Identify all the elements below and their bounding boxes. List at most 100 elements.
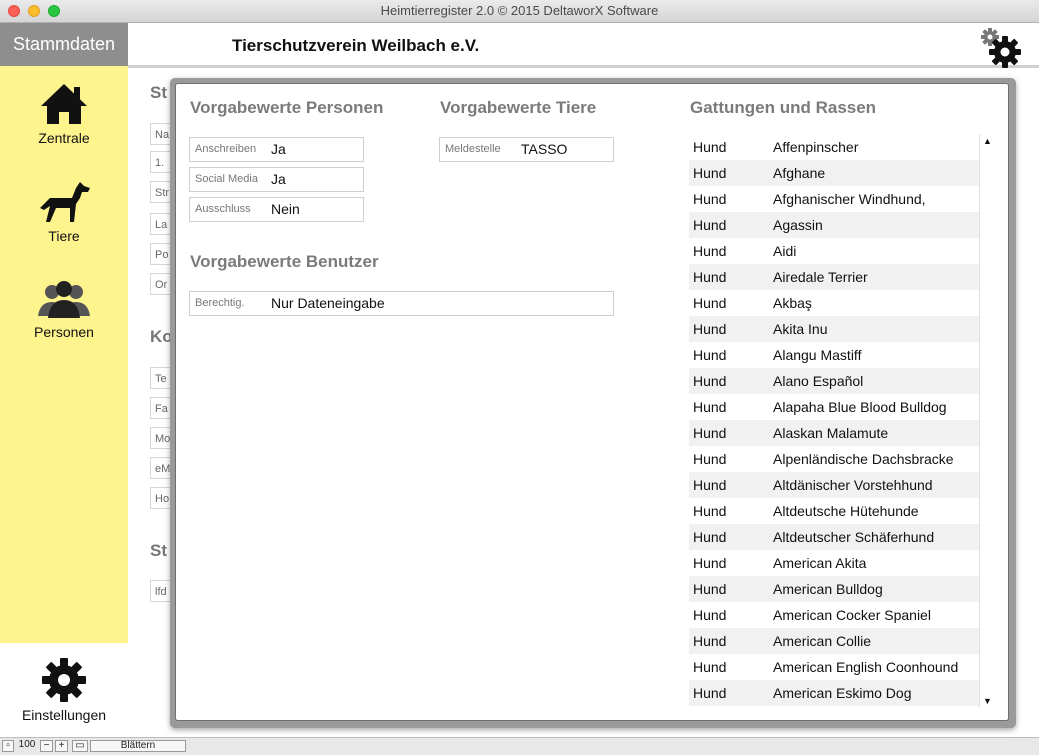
list-item[interactable]: Hund American Akita xyxy=(689,550,979,576)
list-item[interactable]: Hund Afghane xyxy=(689,160,979,186)
toolbar-toggle-icon[interactable]: ▭ xyxy=(72,740,88,752)
background-field[interactable]: eM xyxy=(150,457,172,479)
list-item[interactable]: Hund American English Coonhound xyxy=(689,654,979,680)
sidebar-item-label: Personen xyxy=(34,324,94,340)
list-item[interactable]: Hund Altdeutscher Schäferhund xyxy=(689,524,979,550)
gattung-cell: Hund xyxy=(693,529,727,545)
gattung-cell: Hund xyxy=(693,607,727,623)
zoom-level: 100 xyxy=(18,739,36,750)
close-window-button[interactable] xyxy=(8,5,20,17)
zoom-in-button[interactable]: + xyxy=(55,740,68,752)
settings-panel-body: Vorgabewerte Personen Anschreiben Ja Soc… xyxy=(175,83,1009,721)
gattung-cell: Hund xyxy=(693,425,727,441)
background-field[interactable]: Or xyxy=(150,273,172,295)
list-item[interactable]: Hund Airedale Terrier xyxy=(689,264,979,290)
sidebar-header: Stammdaten xyxy=(0,23,128,66)
sidebar: Zentrale Tiere Personen xyxy=(0,66,128,643)
gear-icon xyxy=(42,658,86,702)
gattung-cell: Hund xyxy=(693,269,727,285)
list-item[interactable]: Hund Alano Español xyxy=(689,368,979,394)
list-item[interactable]: Hund Alaskan Malamute xyxy=(689,420,979,446)
sidebar-item-label: Zentrale xyxy=(38,130,90,146)
lock-icon[interactable]: ▫ xyxy=(2,740,14,752)
gattung-cell: Hund xyxy=(693,399,727,415)
background-field[interactable]: Mo xyxy=(150,427,172,449)
background-field[interactable]: lfd xyxy=(150,580,172,602)
header-divider xyxy=(128,65,1039,68)
section-title-benutzer: Vorgabewerte Benutzer xyxy=(190,252,379,271)
scroll-up-arrow-icon[interactable]: ▲ xyxy=(983,136,992,146)
rasse-cell: American Collie xyxy=(773,633,872,649)
rasse-cell: Afghane xyxy=(773,165,826,181)
list-item[interactable]: Hund American Cocker Spaniel xyxy=(689,602,979,628)
meldestelle-field[interactable]: Meldestelle TASSO xyxy=(439,137,614,162)
background-section-heading: St xyxy=(150,541,167,560)
rasse-cell: American Cocker Spaniel xyxy=(773,607,931,623)
zoom-out-button[interactable]: − xyxy=(40,740,53,752)
rasse-cell: Alaskan Malamute xyxy=(773,425,889,441)
gattung-cell: Hund xyxy=(693,243,727,259)
sidebar-item-label: Tiere xyxy=(48,228,80,244)
rasse-cell: Alpenländische Dachsbracke xyxy=(773,451,954,467)
rasse-cell: Akita Inu xyxy=(773,321,828,337)
list-item[interactable]: Hund Aidi xyxy=(689,238,979,264)
gattung-cell: Hund xyxy=(693,659,727,675)
rasse-cell: Affenpinscher xyxy=(773,139,859,155)
list-item[interactable]: Hund American Collie xyxy=(689,628,979,654)
dog-icon xyxy=(40,182,90,222)
rasse-cell: Alano Español xyxy=(773,373,864,389)
anschreiben-field[interactable]: Anschreiben Ja xyxy=(189,137,364,162)
field-value: TASSO xyxy=(521,141,568,157)
sidebar-item-tiere[interactable]: Tiere xyxy=(0,180,128,244)
background-field[interactable]: La xyxy=(150,213,172,235)
list-item[interactable]: Hund Afghanischer Windhund, xyxy=(689,186,979,212)
zoom-window-button[interactable] xyxy=(48,5,60,17)
rasse-cell: American Eskimo Dog xyxy=(773,685,912,701)
list-item[interactable]: Hund Akita Inu xyxy=(689,316,979,342)
berechtigung-field[interactable]: Berechtig. Nur Dateneingabe xyxy=(189,291,614,316)
background-field[interactable]: Fa xyxy=(150,397,172,419)
list-item[interactable]: Hund Altdänischer Vorstehhund xyxy=(689,472,979,498)
list-item[interactable]: Hund Alapaha Blue Blood Bulldog xyxy=(689,394,979,420)
background-field[interactable]: Na xyxy=(150,123,172,145)
background-field[interactable]: 1. xyxy=(150,151,172,173)
home-icon xyxy=(41,84,87,124)
mode-indicator[interactable]: Blättern xyxy=(90,740,186,752)
field-value: Nur Dateneingabe xyxy=(271,295,385,311)
sidebar-settings-area: Einstellungen xyxy=(0,643,128,737)
rasse-cell: Agassin xyxy=(773,217,823,233)
social-media-field[interactable]: Social Media Ja xyxy=(189,167,364,192)
list-item[interactable]: Hund American Bulldog xyxy=(689,576,979,602)
list-item[interactable]: Hund Alangu Mastiff xyxy=(689,342,979,368)
page-title: Tierschutzverein Weilbach e.V. xyxy=(232,36,480,55)
list-item[interactable]: Hund American Eskimo Dog xyxy=(689,680,979,706)
list-scrollbar[interactable]: ▲ ▼ xyxy=(979,134,996,708)
sidebar-item-zentrale[interactable]: Zentrale xyxy=(0,82,128,146)
list-item[interactable]: Hund Alpenländische Dachsbracke xyxy=(689,446,979,472)
sidebar-item-einstellungen[interactable]: Einstellungen xyxy=(0,657,128,723)
rasse-cell: American Akita xyxy=(773,555,867,571)
background-field[interactable]: Str xyxy=(150,181,172,203)
sidebar-item-personen[interactable]: Personen xyxy=(0,278,128,340)
gattung-cell: Hund xyxy=(693,503,727,519)
gattung-cell: Hund xyxy=(693,685,727,701)
list-item[interactable]: Hund Akbaş xyxy=(689,290,979,316)
background-section-heading: St xyxy=(150,83,167,102)
background-field[interactable]: Po xyxy=(150,243,172,265)
scroll-down-arrow-icon[interactable]: ▼ xyxy=(983,696,992,706)
field-label: Ausschluss xyxy=(195,203,251,215)
ausschluss-field[interactable]: Ausschluss Nein xyxy=(189,197,364,222)
rassen-list[interactable]: Hund Affenpinscher Hund Afghane Hund Afghanis… xyxy=(689,134,979,708)
background-field[interactable]: Ho xyxy=(150,487,172,509)
status-bar: ▫ 100 − + ▭ Blättern xyxy=(0,737,1039,755)
field-label: Berechtig. xyxy=(195,297,245,309)
background-field[interactable]: Te xyxy=(150,367,172,389)
minimize-window-button[interactable] xyxy=(28,5,40,17)
list-item[interactable]: Hund Agassin xyxy=(689,212,979,238)
rasse-cell: American Bulldog xyxy=(773,581,883,597)
gattung-cell: Hund xyxy=(693,581,727,597)
list-item[interactable]: Hund Affenpinscher xyxy=(689,134,979,160)
settings-gear-icon[interactable] xyxy=(980,28,1022,68)
list-item[interactable]: Hund Altdeutsche Hütehunde xyxy=(689,498,979,524)
field-label: Meldestelle xyxy=(445,143,501,155)
